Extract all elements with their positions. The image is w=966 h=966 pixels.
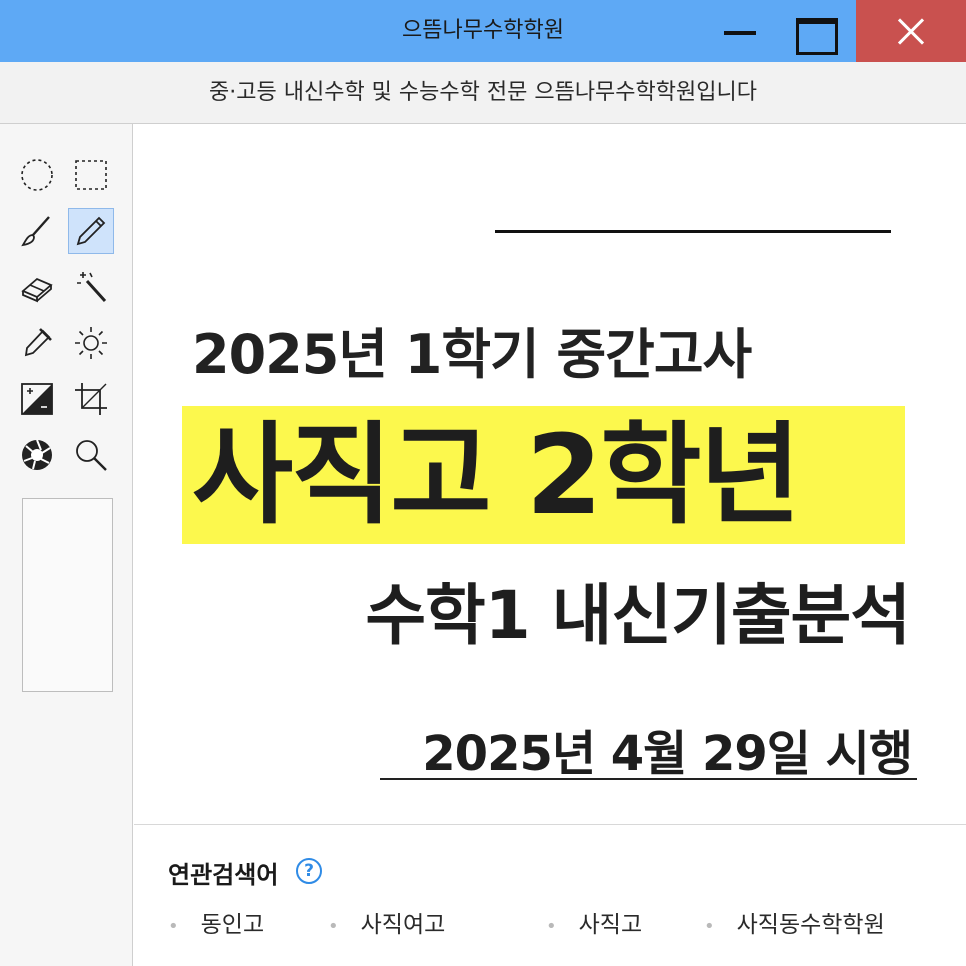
aperture-icon[interactable]: [14, 432, 60, 478]
tool-panel: [0, 124, 133, 966]
poster-line-3: 수학1 내신기출분석: [365, 577, 911, 654]
maximize-button[interactable]: [784, 0, 844, 62]
minimize-button[interactable]: [712, 0, 772, 62]
brightness-icon[interactable]: [68, 320, 114, 366]
rect-select-icon[interactable]: [68, 152, 114, 198]
related-searches-title: 연관검색어: [168, 861, 279, 889]
related-keyword[interactable]: 동인고: [168, 905, 264, 939]
eyedropper-icon[interactable]: [14, 320, 60, 366]
crop-icon[interactable]: [68, 376, 114, 422]
title-bar: 으뜸나무수학학원: [0, 0, 966, 62]
close-button[interactable]: [856, 0, 966, 62]
banner-text: 중·고등 내신수학 및 수능수학 전문 으뜸나무수학학원입니다: [0, 62, 966, 124]
poster-line-4: 2025년 4월 29일 시행: [422, 726, 913, 782]
eraser-icon[interactable]: [14, 264, 60, 310]
top-divider: [495, 230, 891, 233]
bottom-divider: [380, 778, 917, 780]
magic-wand-icon[interactable]: [68, 264, 114, 310]
poster-line-1: 2025년 1학기 중간고사: [192, 323, 752, 386]
brush-icon[interactable]: [14, 208, 60, 254]
color-swatch-panel[interactable]: [22, 498, 113, 692]
poster-line-2: 사직고 2학년: [192, 411, 801, 539]
related-keyword[interactable]: 사직동수학학원: [704, 905, 885, 939]
related-keyword[interactable]: 사직여고: [328, 905, 446, 939]
ellipse-select-icon[interactable]: [14, 152, 60, 198]
related-searches: 연관검색어 ? 동인고 사직여고 사직고 사직동수학학원: [134, 824, 966, 966]
zoom-icon[interactable]: [68, 432, 114, 478]
help-icon[interactable]: ?: [296, 858, 322, 884]
exposure-icon[interactable]: [14, 376, 60, 422]
related-keyword[interactable]: 사직고: [546, 905, 642, 939]
poster-canvas: 2025년 1학기 중간고사 사직고 2학년 수학1 내신기출분석 2025년 …: [134, 124, 966, 824]
pencil-icon[interactable]: [68, 208, 114, 254]
